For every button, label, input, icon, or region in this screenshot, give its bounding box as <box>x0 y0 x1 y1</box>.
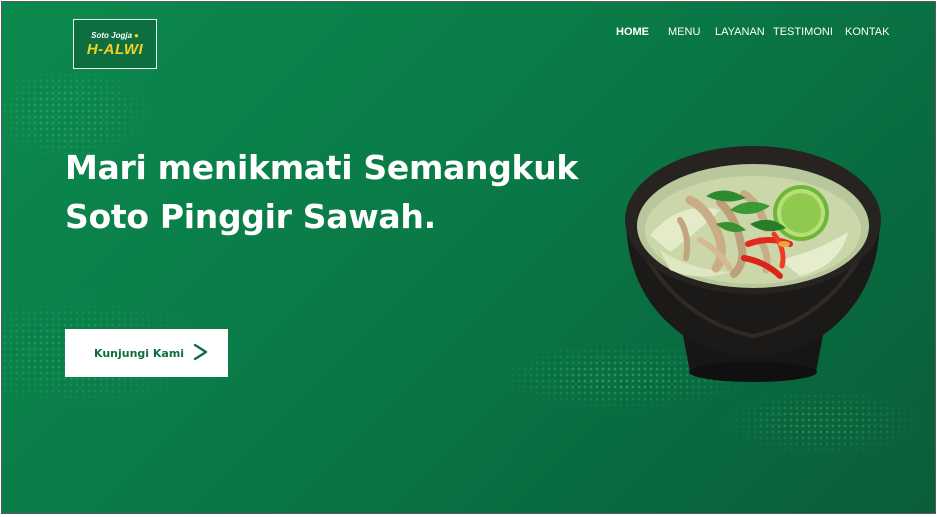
nav-item-menu[interactable]: MENU <box>668 26 700 38</box>
visit-us-button-label: Kunjungi Kami <box>94 346 185 360</box>
hero-section: Soto Jogja ● H-ALWI HOME MENU LAYANAN TE… <box>1 1 936 514</box>
bowl-icon: ● <box>134 30 139 40</box>
hero-title-line-1: Mari menikmati Semangkuk <box>65 148 579 187</box>
visit-us-button[interactable]: Kunjungi Kami <box>65 329 228 377</box>
logo[interactable]: Soto Jogja ● H-ALWI <box>73 19 157 69</box>
logo-top-text: Soto Jogja <box>91 30 133 40</box>
nav-item-kontak[interactable]: KONTAK <box>845 26 889 38</box>
hero-title: Mari menikmati Semangkuk Soto Pinggir Sa… <box>65 143 625 241</box>
nav-item-home[interactable]: HOME <box>616 26 649 38</box>
chevron-right-icon <box>193 343 208 361</box>
logo-tagline: Soto Jogja ● <box>91 31 139 40</box>
decorative-dots <box>722 387 922 457</box>
hero-title-line-2: Soto Pinggir Sawah. <box>65 197 436 236</box>
soto-bowl-image <box>625 146 881 382</box>
nav-item-testimoni[interactable]: TESTIMONI <box>773 26 833 38</box>
nav-item-layanan[interactable]: LAYANAN <box>715 26 765 38</box>
logo-brand-name: H-ALWI <box>86 40 144 58</box>
